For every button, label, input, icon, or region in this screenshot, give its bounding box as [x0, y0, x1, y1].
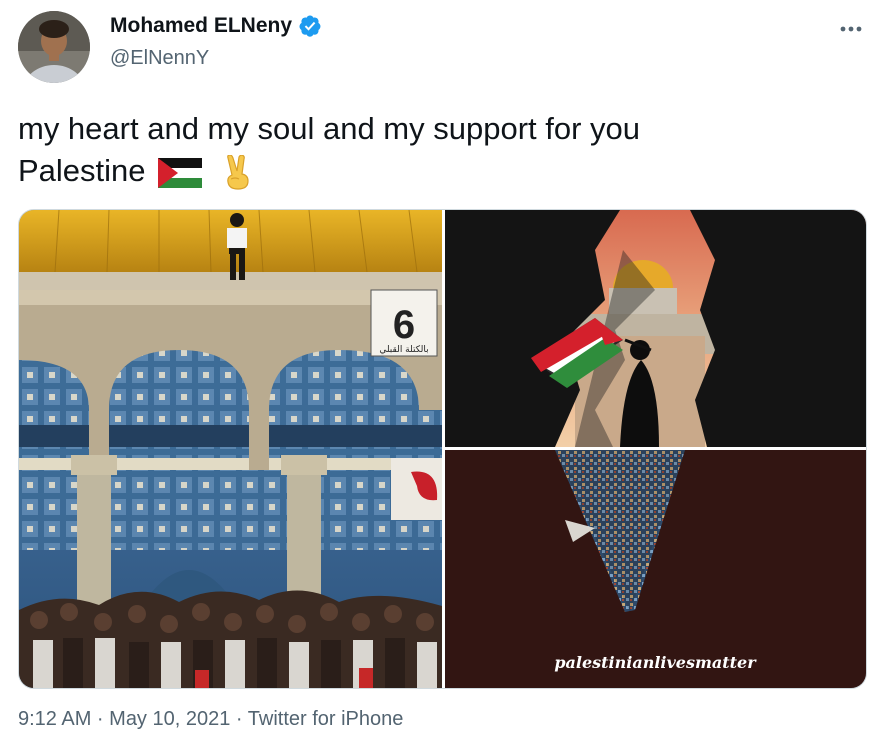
photo-dome-of-the-rock[interactable]: 6 بالكتلة القبلي [19, 210, 442, 688]
sign-number: 6 [393, 303, 415, 347]
dome-of-the-rock-crowd-photo: 6 بالكتلة القبلي [19, 210, 442, 688]
victory-hand-icon [226, 154, 249, 190]
photo-crowd-v[interactable]: palestinianlivesmatter [445, 450, 866, 688]
verified-badge-icon [299, 15, 321, 37]
tweet-text-line-1: my heart and my soul and my support for … [18, 111, 641, 146]
author-name-row: Mohamed ELNeny [110, 14, 322, 38]
sign-caption: بالكتلة القبلي [379, 345, 428, 355]
avatar[interactable] [18, 11, 90, 83]
user-avatar-icon [18, 11, 90, 83]
photo-caption: palestinianlivesmatter [554, 653, 757, 672]
media-grid: 6 بالكتلة القبلي palestinianlivesmatter [18, 209, 867, 689]
flag-in-rock-crevice-photo [445, 210, 866, 447]
tweet-text-palestine: Palestine [18, 153, 146, 188]
author-handle[interactable]: @ElNennY [110, 47, 209, 70]
more-options-icon [840, 26, 862, 32]
display-name[interactable]: Mohamed ELNeny [110, 14, 292, 38]
palestine-flag-icon [157, 157, 202, 188]
crowd-in-v-shape-photo: palestinianlivesmatter [445, 450, 866, 688]
more-options-button[interactable] [836, 14, 866, 44]
tweet-text: my heart and my soul and my support for … [18, 108, 858, 192]
tweet-text-line-2: Palestine [18, 150, 858, 192]
photo-flag-crevice[interactable] [445, 210, 866, 447]
